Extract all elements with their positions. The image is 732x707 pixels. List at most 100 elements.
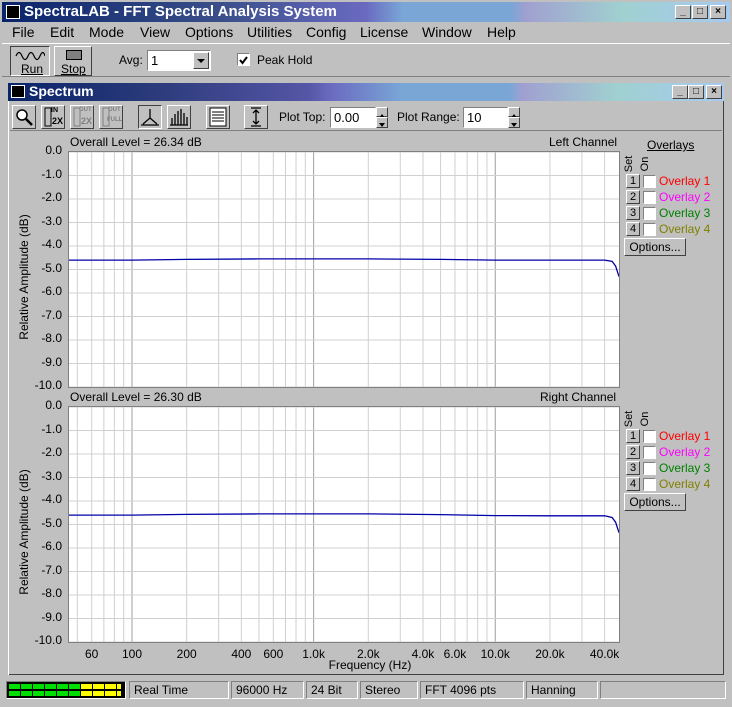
close-button[interactable]: × bbox=[710, 5, 726, 19]
scale-out-2x-label-bottom: 2X bbox=[81, 116, 93, 126]
scale-out-2x-label-top: OUT bbox=[79, 107, 92, 113]
avg-select[interactable]: 1 bbox=[147, 50, 211, 71]
menu-view[interactable]: View bbox=[140, 24, 170, 40]
right-on-label-wrap: On bbox=[639, 409, 653, 431]
plot-range-input[interactable]: 10 bbox=[463, 107, 508, 128]
plot-range-down-button[interactable] bbox=[508, 117, 520, 128]
y-tick-label: -1.0 bbox=[41, 421, 62, 436]
plot-top-up-button[interactable] bbox=[376, 107, 388, 118]
plot-top-input[interactable]: 0.00 bbox=[330, 107, 376, 128]
spectrum-maximize-button[interactable]: □ bbox=[688, 85, 704, 99]
scale-out-full-button[interactable]: OUT FULL bbox=[99, 105, 123, 129]
y-tick-label: -7.0 bbox=[41, 307, 62, 322]
app-titlebar[interactable]: SpectraLAB - FFT Spectral Analysis Syste… bbox=[2, 2, 730, 22]
y-tick-label: -4.0 bbox=[41, 237, 62, 251]
overlay-on-checkbox[interactable] bbox=[643, 191, 656, 204]
minimize-button[interactable]: _ bbox=[675, 5, 691, 19]
overlay-label: Overlay 4 bbox=[659, 222, 711, 236]
line-plot-button[interactable] bbox=[138, 105, 162, 129]
avg-value: 1 bbox=[151, 53, 159, 68]
fit-vertical-button[interactable] bbox=[244, 105, 268, 129]
spectrum-window-icon[interactable] bbox=[11, 85, 25, 98]
peak-hold-checkbox[interactable] bbox=[237, 53, 250, 66]
y-tick-label: -10.0 bbox=[34, 378, 62, 392]
x-tick-label: 10.0k bbox=[480, 647, 510, 661]
data-table-button[interactable] bbox=[206, 105, 230, 129]
scale-out-2x-button[interactable]: OUT 2X bbox=[70, 105, 94, 129]
overlay-set-button[interactable]: 1 bbox=[626, 429, 640, 443]
overlay-set-button[interactable]: 4 bbox=[626, 477, 640, 491]
stop-button[interactable]: Stop bbox=[54, 46, 92, 76]
right-overlay-options-button[interactable]: Options... bbox=[624, 493, 686, 511]
avg-dropdown-button[interactable] bbox=[193, 52, 209, 69]
scale-in-2x-button[interactable]: IN 2X bbox=[41, 105, 65, 129]
zoom-icon bbox=[16, 109, 33, 126]
status-window-function: Hanning bbox=[526, 681, 598, 699]
overlay-set-button[interactable]: 3 bbox=[626, 461, 640, 475]
overlay-set-button[interactable]: 2 bbox=[626, 445, 640, 459]
left-overall-level: Overall Level = 26.34 dB bbox=[70, 135, 202, 149]
scale-in-2x-label-top: IN bbox=[51, 107, 58, 114]
overlay-set-button[interactable]: 3 bbox=[626, 206, 640, 220]
right-channel-svg bbox=[69, 406, 620, 643]
maximize-button[interactable]: □ bbox=[692, 5, 708, 19]
overlay-on-checkbox[interactable] bbox=[643, 175, 656, 188]
overlay-on-checkbox[interactable] bbox=[643, 430, 656, 443]
menu-config[interactable]: Config bbox=[306, 24, 346, 40]
menu-file[interactable]: File bbox=[12, 24, 35, 40]
overlay-label: Overlay 1 bbox=[659, 174, 711, 188]
plot-range-value: 10 bbox=[467, 110, 482, 125]
data-table-icon bbox=[209, 107, 227, 127]
plot-range-up-button[interactable] bbox=[508, 107, 520, 118]
left-overlay-options-button[interactable]: Options... bbox=[624, 238, 686, 256]
y-tick-label: -3.0 bbox=[41, 213, 62, 228]
spectrum-line bbox=[69, 258, 620, 277]
run-button[interactable]: Run bbox=[10, 46, 50, 76]
y-tick-label: -6.0 bbox=[41, 539, 62, 553]
overlay-label: Overlay 2 bbox=[659, 445, 711, 459]
spin-down-icon bbox=[511, 123, 517, 127]
menu-edit[interactable]: Edit bbox=[50, 24, 74, 40]
zoom-button[interactable] bbox=[12, 105, 36, 129]
left-channel-title: Left Channel bbox=[549, 135, 618, 149]
plot-range-spinner[interactable] bbox=[508, 107, 520, 128]
overlay-on-checkbox[interactable] bbox=[643, 207, 656, 220]
y-tick-label: 0.0 bbox=[45, 398, 62, 412]
overlay-on-checkbox[interactable] bbox=[643, 223, 656, 236]
overlay-set-button[interactable]: 4 bbox=[626, 222, 640, 236]
level-meter-yellow-bottom bbox=[81, 691, 121, 696]
scale-out-full-label-top: OUT bbox=[108, 107, 121, 113]
y-tick-label: -8.0 bbox=[41, 331, 62, 345]
menu-help[interactable]: Help bbox=[487, 24, 516, 40]
menu-utilities[interactable]: Utilities bbox=[247, 24, 292, 40]
spectrum-minimize-button[interactable]: _ bbox=[672, 85, 688, 99]
menu-window[interactable]: Window bbox=[422, 24, 472, 40]
menu-options[interactable]: Options bbox=[185, 24, 233, 40]
menu-mode[interactable]: Mode bbox=[89, 24, 124, 40]
x-tick-label: 6.0k bbox=[443, 647, 467, 661]
level-meter-green-top bbox=[9, 684, 81, 689]
y-tick-label: 0.0 bbox=[45, 143, 62, 157]
left-channel-plot[interactable] bbox=[68, 151, 620, 388]
spectrum-titlebar[interactable]: Spectrum _ □ × bbox=[8, 83, 724, 101]
plot-top-down-button[interactable] bbox=[376, 117, 388, 128]
left-channel-svg bbox=[69, 151, 620, 388]
overlay-on-checkbox[interactable] bbox=[643, 478, 656, 491]
overlay-set-button[interactable]: 1 bbox=[626, 174, 640, 188]
right-set-label: Set bbox=[623, 410, 635, 428]
right-channel-plot[interactable] bbox=[68, 406, 620, 643]
bar-plot-button[interactable] bbox=[167, 105, 191, 129]
spectralab-app-icon[interactable] bbox=[6, 5, 20, 19]
spectrum-close-button[interactable]: × bbox=[706, 85, 722, 99]
plot-top-label: Plot Top: bbox=[279, 110, 326, 124]
overlay-set-button[interactable]: 2 bbox=[626, 190, 640, 204]
peak-hold-label: Peak Hold bbox=[257, 53, 313, 67]
plot-top-spinner[interactable] bbox=[376, 107, 388, 128]
overlay-on-checkbox[interactable] bbox=[643, 462, 656, 475]
overlay-on-checkbox[interactable] bbox=[643, 446, 656, 459]
fit-vertical-icon bbox=[251, 107, 261, 127]
line-plot-icon bbox=[141, 109, 159, 126]
y-tick-label: -4.0 bbox=[41, 492, 62, 506]
menu-license[interactable]: License bbox=[360, 24, 408, 40]
spectrum-title: Spectrum bbox=[29, 83, 94, 99]
